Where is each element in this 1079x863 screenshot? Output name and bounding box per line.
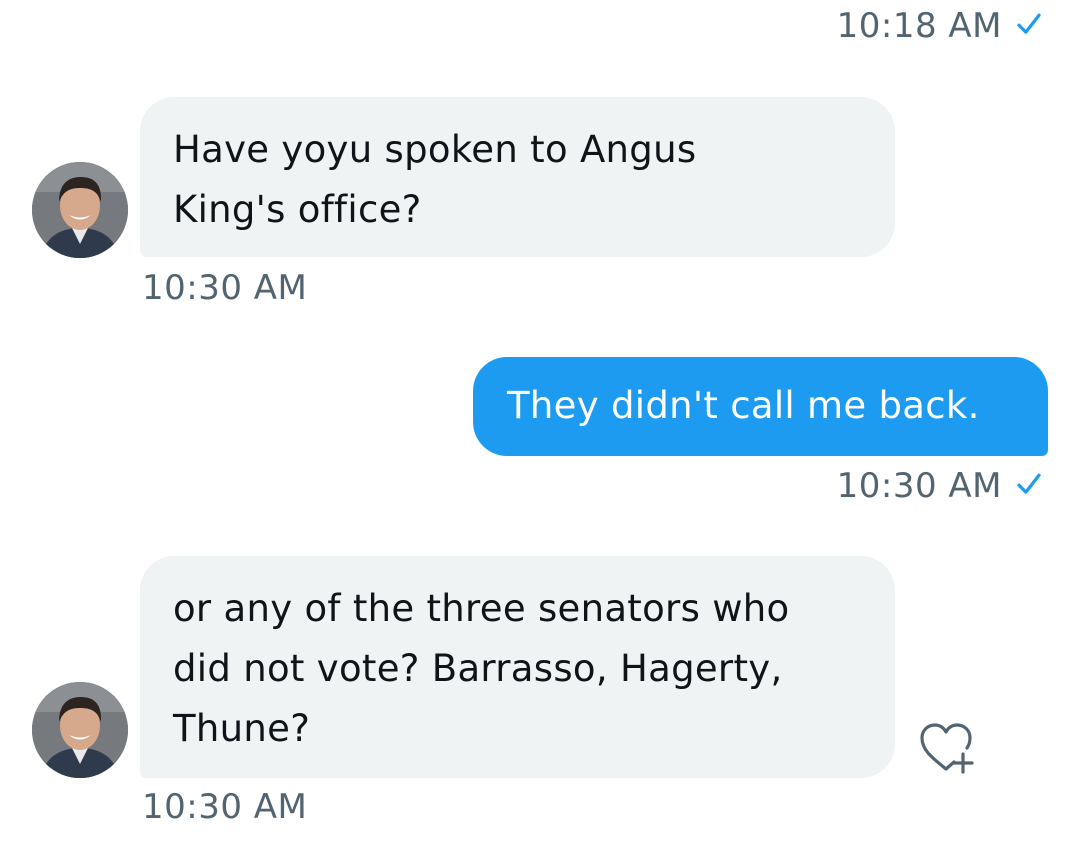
timestamp-text: 10:30 AM: [142, 787, 308, 827]
timestamp-text: 10:30 AM: [142, 268, 308, 308]
message-text-line: or any of the three senators who: [173, 587, 790, 630]
dm-conversation: 10:18 AM Have yoyu spoken to Angus King'…: [0, 0, 1079, 863]
message-bubble-outgoing[interactable]: They didn't call me back.: [473, 357, 1048, 456]
message-timestamp: 10:18 AM: [837, 6, 1044, 46]
message-text: They didn't call me back.: [507, 384, 980, 427]
message-timestamp: 10:30 AM: [142, 268, 307, 308]
message-text-line: Thune?: [173, 707, 311, 750]
message-bubble-incoming[interactable]: Have yoyu spoken to Angus King's office?: [140, 97, 895, 257]
timestamp-text: 10:18 AM: [836, 6, 1002, 46]
timestamp-text: 10:30 AM: [836, 466, 1002, 506]
heart-plus-icon[interactable]: [916, 718, 976, 778]
check-icon: [1017, 13, 1041, 34]
message-bubble-incoming[interactable]: or any of the three senators who did not…: [140, 556, 895, 778]
message-text-line: Have yoyu spoken to Angus: [173, 128, 697, 171]
message-text-line: did not vote? Barrasso, Hagerty,: [173, 647, 783, 690]
message-timestamp: 10:30 AM: [837, 466, 1044, 506]
check-icon: [1017, 473, 1041, 494]
message-timestamp: 10:30 AM: [142, 787, 307, 827]
avatar[interactable]: [32, 682, 128, 778]
message-text-line: King's office?: [173, 188, 422, 231]
avatar[interactable]: [32, 162, 128, 258]
